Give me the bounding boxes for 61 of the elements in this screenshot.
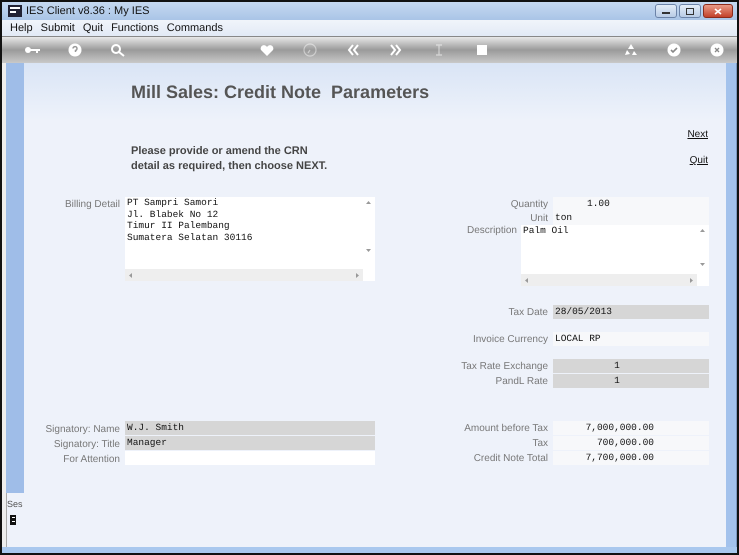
field-label: Tax Date (508, 306, 549, 318)
scroll-down-icon[interactable] (700, 263, 705, 266)
menu-item[interactable]: Quit (82, 22, 104, 34)
scroll-right-icon[interactable] (356, 272, 359, 278)
field-label: Signatory: Title (52, 438, 121, 450)
scroll-left-icon[interactable] (129, 272, 132, 278)
search-icon[interactable] (110, 43, 126, 57)
amount-field: 7,700,000.00 (553, 451, 709, 465)
close-button[interactable] (703, 4, 733, 18)
heart-icon[interactable] (259, 43, 276, 57)
field-label: Unit (529, 212, 549, 224)
double-left-icon[interactable] (345, 43, 362, 57)
date-field[interactable]: 28/05/2013 (553, 305, 709, 319)
scroll-up-icon[interactable] (700, 229, 705, 232)
scroll-left-icon[interactable] (525, 278, 528, 282)
amount-field: 7,000,000.00 (553, 421, 709, 435)
nav-link[interactable]: Next (687, 129, 708, 140)
double-right-icon[interactable] (388, 43, 404, 57)
help-icon[interactable] (66, 43, 83, 57)
input-field[interactable]: 1 (553, 374, 709, 388)
book-icon[interactable] (10, 515, 16, 525)
menu-item[interactable]: Submit (40, 22, 75, 34)
input-field[interactable]: W.J. Smith (125, 421, 375, 435)
input-field[interactable]: LOCAL RP (553, 332, 709, 346)
menu-item[interactable]: Commands (166, 22, 224, 34)
quantity-field[interactable]: 1.00 (553, 197, 709, 211)
page-title: Mill Sales: Credit Note Parameters (131, 82, 430, 102)
scroll-up-icon[interactable] (366, 201, 371, 204)
field-label: Invoice Currency (472, 334, 549, 344)
input-field[interactable] (125, 451, 375, 465)
menu-item[interactable]: Help (10, 22, 33, 34)
maximize-button[interactable] (679, 4, 701, 18)
close-icon (714, 8, 722, 14)
nav-link[interactable]: Quit (690, 155, 708, 166)
menu-item[interactable]: Functions (111, 22, 159, 34)
check-icon[interactable] (666, 43, 682, 57)
input-field[interactable]: Manager (125, 436, 375, 450)
close-icon[interactable] (708, 43, 725, 57)
field-label: Description (466, 225, 518, 236)
maximize-icon (686, 8, 694, 14)
field-label: Tax (531, 438, 549, 448)
field-label: For Attention (62, 452, 121, 464)
amount-field: 700,000.00 (553, 436, 709, 450)
window-title: IES Client v8.36 : My IES (26, 5, 150, 17)
field-label: Quantity (510, 198, 549, 210)
field-label: Credit Note Total (472, 452, 549, 464)
minimize-button[interactable] (655, 4, 677, 18)
field-label: Billing Detail (64, 198, 121, 210)
app-icon (8, 5, 22, 17)
field-label: Tax Rate Exchange (460, 360, 549, 372)
billing-detail-field[interactable]: PT Sampri Samori Jl. Blabek No 12 Timur II Palembang Sumatera Selatan 30116 (125, 197, 375, 281)
field-label: PandL Rate (494, 376, 549, 386)
field-label: Signatory: Name (44, 422, 121, 434)
side-panel-label[interactable]: Ses (7, 499, 21, 509)
scroll-down-icon[interactable] (366, 249, 371, 252)
description-field[interactable]: Palm Oil (521, 225, 709, 286)
input-field[interactable]: 1 (553, 359, 709, 373)
instructions: Please provide or amend the CRN detail as required, then choose NEXT. (131, 144, 328, 174)
scroll-right-icon[interactable] (690, 278, 693, 282)
unit-field[interactable]: ton (553, 211, 709, 225)
field-label: Amount before Tax (463, 422, 549, 434)
